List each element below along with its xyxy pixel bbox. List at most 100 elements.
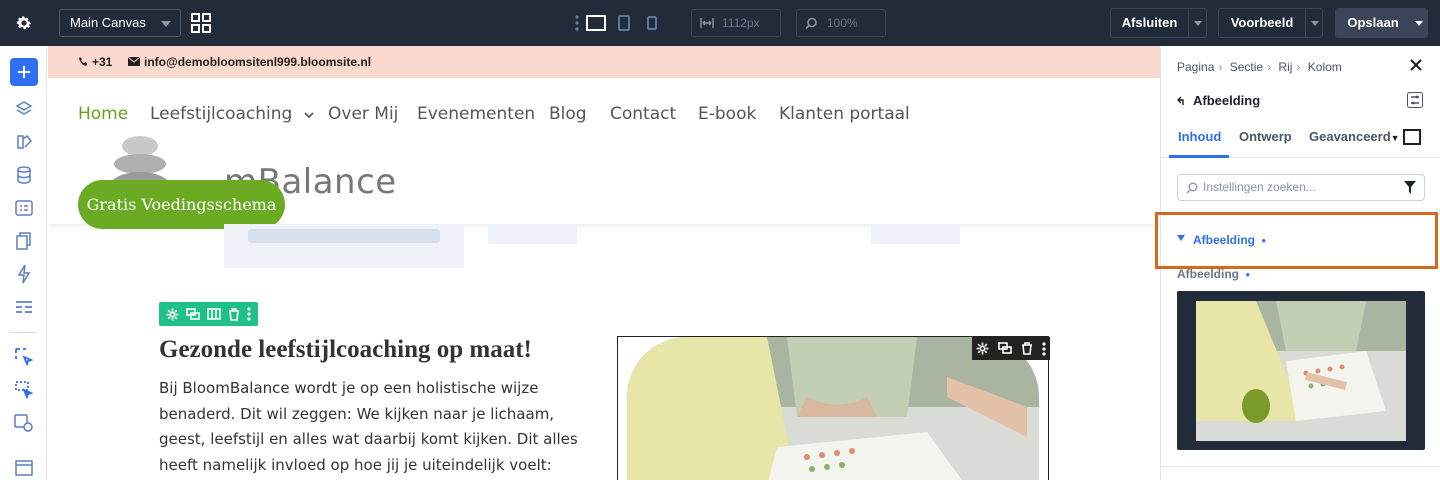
breadcrumb-rij[interactable]: Rij: [1278, 60, 1292, 74]
breadcrumb-pagina[interactable]: Pagina: [1177, 60, 1214, 74]
row-toolbar: [159, 302, 258, 326]
nav-leefstijlcoaching-label: Leefstijlcoaching: [150, 104, 293, 124]
search-icon: [805, 17, 817, 30]
contact-phone[interactable]: +31: [92, 55, 112, 69]
database-icon[interactable]: [13, 164, 35, 186]
zoom-field[interactable]: 100%: [796, 9, 886, 37]
duplicate-icon[interactable]: [998, 342, 1012, 355]
placeholder-block: [224, 224, 464, 268]
mail-icon: [128, 57, 140, 66]
dot-indicator: ●: [1245, 270, 1251, 280]
save-button[interactable]: Opslaan: [1335, 8, 1428, 38]
square-icon[interactable]: [1403, 129, 1421, 145]
lightning-icon[interactable]: [13, 263, 35, 285]
site-header: Home Leefstijlcoaching Over Mij Evenemen…: [48, 78, 1160, 229]
nav-home[interactable]: Home: [78, 104, 128, 124]
section-heading: Gezonde leefstijlcoaching op maat!: [159, 336, 532, 363]
select-cursor-icon[interactable]: [13, 346, 35, 368]
gear-icon[interactable]: [166, 308, 179, 321]
layers-icon[interactable]: [13, 98, 35, 120]
chevron-down-icon[interactable]: [1415, 21, 1423, 26]
grid-icon[interactable]: [191, 13, 211, 33]
canvas-width-value: 1112px: [722, 16, 760, 30]
more-vertical-icon[interactable]: [1042, 341, 1046, 356]
site-canvas: +31 info@demobloomsitenl999.bloomsite.nl…: [48, 46, 1160, 480]
settings-search-input[interactable]: Instellingen zoeken...: [1177, 174, 1425, 201]
chevron-down-icon[interactable]: [1194, 21, 1202, 26]
breadcrumb: Pagina › Sectie › Rij › Kolom: [1177, 60, 1342, 74]
columns-icon[interactable]: [207, 308, 221, 320]
pages-icon[interactable]: [13, 230, 35, 252]
duplicate-icon[interactable]: [185, 307, 200, 321]
settings-gear-icon[interactable]: [0, 0, 47, 46]
form-icon[interactable]: [13, 197, 35, 219]
nav-ebook[interactable]: E-book: [698, 104, 756, 124]
image-toolbar: [972, 337, 1050, 360]
save-button-label: Opslaan: [1347, 15, 1399, 30]
nav-evenementen[interactable]: Evenementen: [417, 104, 535, 124]
zoom-value: 100%: [827, 16, 858, 30]
tab-geavanceerd-label: Geavanceerd: [1309, 129, 1391, 144]
tablet-icon[interactable]: [610, 12, 638, 34]
active-tab-indicator: [1169, 155, 1229, 158]
element-title: Afbeelding: [1193, 93, 1261, 108]
selected-image-element[interactable]: [617, 336, 1050, 480]
chevron-down-icon[interactable]: [1311, 21, 1319, 26]
more-vertical-icon[interactable]: [247, 307, 251, 321]
image-field-label: Afbeelding ●: [1177, 267, 1250, 281]
phone-icon: [79, 57, 88, 66]
section-paragraph: Bij BloomBalance wordt je op een holisti…: [159, 379, 578, 474]
tab-ontwerp[interactable]: Ontwerp: [1239, 129, 1292, 144]
nav-klanten-portaal[interactable]: Klanten portaal: [779, 104, 910, 124]
contact-bar: +31 info@demobloomsitenl999.bloomsite.nl: [48, 46, 1160, 78]
tab-geavanceerd[interactable]: Geavanceerd▼: [1309, 129, 1400, 144]
nav-leefstijlcoaching[interactable]: Leefstijlcoaching: [150, 104, 314, 124]
contact-email[interactable]: info@demobloomsitenl999.bloomsite.nl: [144, 55, 371, 69]
desktop-icon[interactable]: [582, 12, 610, 34]
top-toolbar: Main Canvas 1112px 100% Afsluiten Voorbe…: [0, 0, 1440, 46]
close-icon[interactable]: [1409, 58, 1423, 72]
sliders-icon[interactable]: [1407, 92, 1423, 108]
device-switcher: [572, 12, 666, 34]
breadcrumb-kolom[interactable]: Kolom: [1308, 60, 1342, 74]
cta-button[interactable]: Gratis Voedingsschema: [78, 180, 285, 229]
nav-contact[interactable]: Contact: [610, 104, 676, 124]
panel-tabs: Inhoud Ontwerp Geavanceerd▼: [1161, 124, 1440, 158]
close-button-label: Afsluiten: [1121, 15, 1178, 30]
nav-blog[interactable]: Blog: [549, 104, 587, 124]
image-preview[interactable]: [1177, 291, 1425, 450]
nav-over-mij[interactable]: Over Mij: [328, 104, 398, 124]
trash-icon[interactable]: [1021, 342, 1033, 355]
tab-inhoud[interactable]: Inhoud: [1178, 129, 1221, 144]
canvas-width-field[interactable]: 1112px: [691, 9, 781, 37]
placeholder-block: [488, 224, 577, 244]
field-label-text: Afbeelding: [1177, 267, 1239, 281]
search-icon: [1186, 182, 1198, 194]
left-sidebar: [0, 46, 47, 480]
filter-icon[interactable]: [1404, 181, 1416, 194]
styles-icon[interactable]: [13, 131, 35, 153]
chevron-down-icon: [161, 21, 171, 27]
back-arrow-icon[interactable]: [1177, 96, 1187, 106]
preview-button-label: Voorbeeld: [1230, 15, 1294, 30]
multi-select-icon[interactable]: [13, 379, 35, 401]
preview-photo: [1196, 301, 1406, 441]
placeholder-block: [871, 224, 960, 244]
caret-down-icon: ▼: [1390, 133, 1400, 143]
gear-icon[interactable]: [976, 342, 989, 355]
close-button[interactable]: Afsluiten: [1110, 8, 1207, 38]
chevron-down-icon: [304, 112, 314, 119]
add-element-button[interactable]: [10, 58, 38, 86]
canvas-select-value: Main Canvas: [70, 15, 146, 30]
highlighted-section: [1155, 212, 1438, 269]
trash-icon[interactable]: [228, 307, 240, 321]
search-placeholder: Instellingen zoeken...: [1203, 180, 1316, 194]
visibility-icon[interactable]: [13, 412, 35, 434]
mobile-icon[interactable]: [638, 12, 666, 34]
more-vertical-icon[interactable]: [572, 12, 582, 34]
canvas-select[interactable]: Main Canvas: [59, 9, 181, 37]
preview-button[interactable]: Voorbeeld: [1218, 8, 1323, 38]
breadcrumb-sectie[interactable]: Sectie: [1230, 60, 1263, 74]
sections-icon[interactable]: [13, 456, 35, 478]
list-icon[interactable]: [13, 296, 35, 318]
